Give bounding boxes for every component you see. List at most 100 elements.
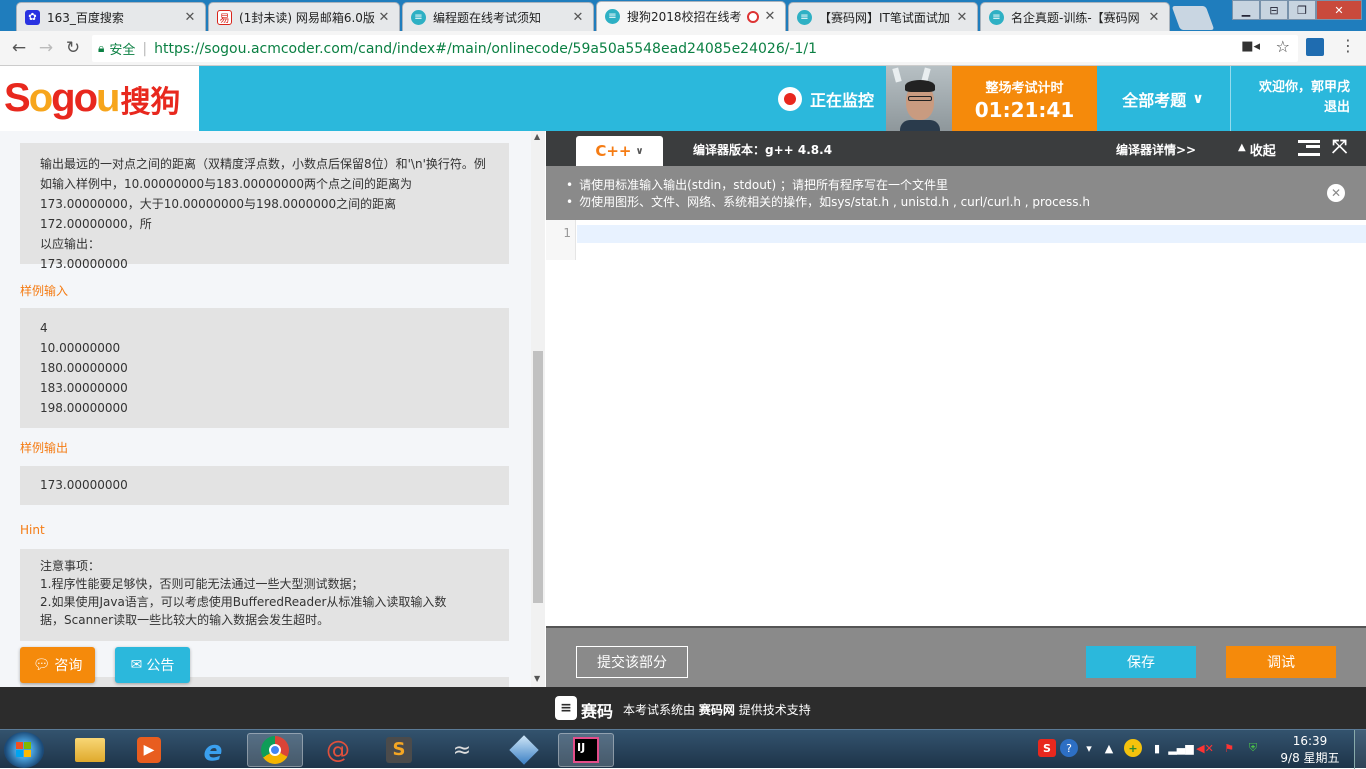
browser-tab[interactable]: ≡ 编程题在线考试须知 ✕ (402, 2, 594, 31)
consult-label: 咨询 (54, 658, 83, 674)
code-editor[interactable]: 1 (546, 220, 1366, 626)
compiler-details-link[interactable]: 编译器详情>> (1116, 141, 1196, 158)
volume-muted-icon[interactable]: ◀✕ (1196, 739, 1214, 757)
compiler-version: 编译器版本：g++ 4.8.4 (693, 143, 833, 157)
start-button[interactable] (4, 732, 44, 768)
problem-scrollbar[interactable]: ▲ ▼ (531, 131, 545, 687)
show-desktop-button[interactable] (1354, 730, 1366, 769)
announcement-button[interactable]: ✉ 公告 (115, 647, 190, 683)
output-description: 输出最远的一对点之间的距离（双精度浮点数，小数点后保留8位）和'\n'换行符。例… (20, 143, 509, 271)
url-text: https://sogou.acmcoder.com/cand/index#/m… (154, 40, 818, 57)
clock[interactable]: 16:39 9/8 星期五 (1272, 733, 1348, 767)
secure-label: 安全 (109, 43, 136, 58)
acmcoder-logo-icon: ≡ (555, 696, 577, 720)
file-explorer-icon[interactable] (62, 733, 118, 767)
sogou-logo[interactable]: Sogou 搜狗 (0, 66, 199, 131)
sogou-input-icon[interactable]: S (1038, 739, 1056, 757)
chat-icon: 💬︎ (32, 657, 51, 673)
site-footer: ≡ 赛码 本考试系统由 赛码网 提供技术支持 (0, 687, 1366, 729)
address-bar[interactable]: 🔒︎ 安全 | https://sogou.acmcoder.com/cand/… (92, 35, 1298, 62)
restore-window-button[interactable]: ❐ (1288, 0, 1316, 20)
bookmark-star-icon[interactable]: ☆ (1276, 37, 1290, 56)
all-questions-dropdown[interactable]: 全部考题 ∨ (1097, 66, 1229, 131)
forward-icon[interactable]: → (35, 37, 57, 59)
back-icon[interactable]: ← (8, 37, 30, 59)
close-tab-icon[interactable]: ✕ (955, 10, 969, 25)
fullscreen-icon[interactable]: ⤧ (1332, 136, 1347, 158)
menu-icon[interactable]: ⋮ (1340, 36, 1356, 55)
browser-tab[interactable]: 易 (1封未读) 网易邮箱6.0版 ✕ (208, 2, 400, 31)
close-tab-icon[interactable]: ✕ (377, 10, 391, 25)
camera-icon[interactable]: ■◂ (1241, 39, 1260, 54)
tab-title: 163_百度搜索 (47, 10, 124, 25)
reload-icon[interactable]: ↻ (62, 37, 84, 59)
caret-up-icon: ▲ (1238, 142, 1246, 153)
text-line: 4 (40, 321, 48, 335)
show-hidden-icons[interactable]: ▲ (1100, 739, 1118, 757)
shield-icon[interactable]: ⛨ (1244, 739, 1262, 757)
problem-panel: 输出最远的一对点之间的距离（双精度浮点数，小数点后保留8位）和'\n'换行符。例… (0, 131, 545, 687)
intellij-idea-icon[interactable]: IJ (558, 733, 614, 767)
footer-brand: 赛码 (581, 702, 614, 721)
snail-icon[interactable]: @ (310, 733, 366, 767)
browser-tab[interactable]: ≡ 【赛码网】IT笔试面试加 ✕ (788, 2, 978, 31)
editor-gutter: 1 (546, 220, 576, 260)
indent-layout-icon[interactable] (1298, 140, 1320, 156)
active-line[interactable] (577, 225, 1366, 243)
logout-link[interactable]: 退出 (1231, 98, 1350, 118)
help-icon[interactable]: ? (1060, 739, 1078, 757)
save-button[interactable]: 保存 (1086, 646, 1196, 678)
close-tab-icon[interactable]: ✕ (1147, 10, 1161, 25)
notice-line: 请使用标准输入输出(stdin，stdout) ；请把所有程序写在一个文件里 (579, 178, 948, 192)
acmcoder-icon: ≡ (989, 9, 1004, 25)
text-line: 2.如果使用Java语言，可以考虑使用BufferedReader从标准输入读取… (40, 595, 447, 609)
code-editor-panel: C++ ∨ 编译器版本：g++ 4.8.4 编译器详情>> ▲ 收起 ⤧ • 请使… (546, 131, 1366, 687)
mysql-workbench-icon[interactable]: ≈ (434, 733, 490, 767)
language-selector[interactable]: C++ ∨ (576, 136, 663, 166)
network-icon[interactable]: ▂▄▆ (1168, 739, 1193, 757)
consult-button[interactable]: 💬︎ 咨询 (20, 647, 95, 683)
tab-title: 编程题在线考试须知 (433, 10, 542, 25)
close-tab-icon[interactable]: ✕ (183, 10, 197, 25)
tab-title: (1封未读) 网易邮箱6.0版 (239, 10, 375, 25)
chevron-down-icon: ∨ (635, 145, 644, 157)
line-number: 1 (563, 226, 571, 240)
text-line: 如输入样例中，10.00000000与183.00000000两个点之间的距离为 (40, 177, 412, 191)
collapse-button[interactable]: ▲ 收起 (1238, 140, 1276, 159)
minimize-window-button[interactable]: ▁ (1232, 0, 1260, 20)
user-profile-button[interactable]: ⊟ (1260, 0, 1288, 20)
scrollbar-thumb[interactable] (533, 351, 543, 603)
new-tab-button[interactable] (1171, 6, 1215, 30)
windows-taskbar: ▶ e @ S ≈ IJ S ? ▾ ▲ + ▮ ▂▄▆ ◀✕ ⚑ ⛨ 16:3… (0, 729, 1366, 769)
scroll-up-icon[interactable]: ▲ (534, 132, 540, 141)
close-window-button[interactable]: ✕ (1316, 0, 1362, 20)
close-tab-icon[interactable]: ✕ (763, 9, 777, 24)
browser-tab[interactable]: ≡ 名企真题-训练-【赛码网 ✕ (980, 2, 1170, 31)
internet-explorer-icon[interactable]: e (185, 733, 241, 767)
submit-part-label: 提交该部分 (597, 655, 667, 671)
acmcoder-icon: ≡ (411, 9, 426, 25)
power-icon[interactable]: ▮ (1148, 739, 1166, 757)
close-tab-icon[interactable]: ✕ (571, 10, 585, 25)
text-line: 以应输出： (40, 237, 101, 251)
flag-icon[interactable]: ⚑ (1220, 739, 1238, 757)
editor-notice: • 请使用标准输入输出(stdin，stdout) ；请把所有程序写在一个文件里 … (546, 166, 1366, 220)
all-questions-label: 全部考题 (1122, 90, 1187, 110)
sample-input-box: 4 10.00000000 180.00000000 183.00000000 198.… (20, 308, 509, 428)
security-plus-icon[interactable]: + (1124, 739, 1142, 757)
browser-tab-active[interactable]: ≡ 搜狗2018校招在线考 ✕ (596, 1, 786, 31)
browser-tab[interactable]: ✿ 163_百度搜索 ✕ (16, 2, 206, 31)
submit-part-button[interactable]: 提交该部分 (576, 646, 688, 678)
close-notice-icon[interactable]: ✕ (1327, 184, 1345, 202)
chrome-icon[interactable] (247, 733, 303, 767)
sublime-text-icon[interactable]: S (371, 733, 427, 767)
scroll-down-icon[interactable]: ▼ (534, 674, 540, 683)
virtualbox-icon[interactable] (496, 733, 552, 767)
extension-icon[interactable] (1306, 38, 1324, 56)
clock-date: 9/8 星期五 (1280, 751, 1340, 765)
tray-more-icon[interactable]: ▾ (1080, 739, 1098, 757)
text-line: 注意事项： (40, 559, 101, 573)
acmcoder-icon: ≡ (797, 9, 812, 25)
debug-button[interactable]: 调试 (1226, 646, 1336, 678)
media-player-icon[interactable]: ▶ (121, 733, 177, 767)
